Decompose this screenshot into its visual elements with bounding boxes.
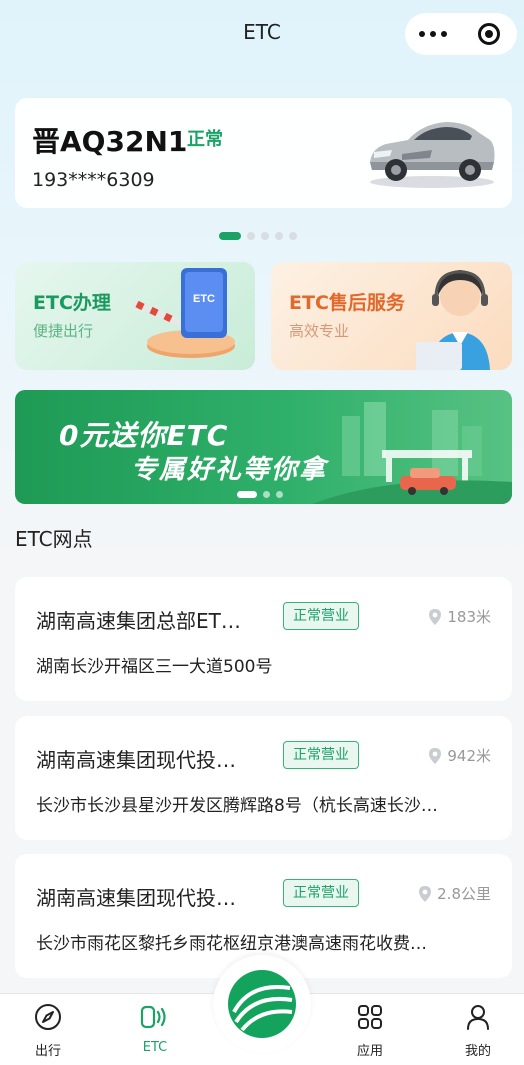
distance-text: 2.8公里 [437, 885, 491, 903]
distance-text: 183米 [447, 608, 491, 626]
promo-banner[interactable]: 0元送你ETC 专属好礼等你拿 [15, 390, 512, 504]
etc-signal-icon [140, 1005, 166, 1029]
tab-etc[interactable]: ETC [120, 1002, 190, 1055]
tab-travel[interactable]: 出行 [13, 1002, 83, 1059]
compass-icon [35, 1004, 61, 1030]
outlet-name: 湖南高速集团总部ET… [36, 609, 241, 633]
license-plate: 晋AQ32N1 [32, 125, 188, 158]
etc-apply-card[interactable]: ETC办理 便捷出行 ETC [15, 262, 255, 370]
outlet-name: 湖南高速集团现代投… [36, 748, 236, 772]
status-badge: 正常营业 [283, 602, 359, 630]
city-illustration [312, 402, 512, 504]
banner-headline: 0元送你ETC [59, 419, 229, 452]
section-title: ETC网点 [15, 527, 93, 551]
outlet-address: 长沙市长沙县星沙开发区腾辉路8号（杭长高速长沙… [36, 796, 438, 816]
tab-mine[interactable]: 我的 [443, 1002, 513, 1059]
customer-service-icon [416, 270, 490, 370]
etc-device-label: ETC [193, 293, 215, 305]
tab-label: ETC [142, 1040, 168, 1055]
etc-aftersales-title: ETC售后服务 [289, 292, 405, 314]
etc-aftersales-card[interactable]: ETC售后服务 高效专业 [271, 262, 512, 370]
phone-number: 193****6309 [32, 169, 155, 191]
outlet-address: 湖南长沙开福区三一大道500号 [36, 657, 273, 677]
etc-device-icon: ETC [131, 268, 235, 358]
outlet-card[interactable]: 湖南高速集团总部ET… 正常营业 183米 湖南长沙开福区三一大道500号 [15, 577, 512, 701]
etc-apply-title: ETC办理 [33, 292, 111, 314]
outlet-distance: 2.8公里 [419, 883, 491, 904]
vehicle-card[interactable]: 晋AQ32N1 正常 193****6309 [15, 98, 512, 208]
outlet-card[interactable]: 湖南高速集团现代投… 正常营业 942米 长沙市长沙县星沙开发区腾辉路8号（杭长… [15, 716, 512, 840]
tab-label: 应用 [356, 1044, 383, 1059]
grid-icon [358, 1005, 382, 1029]
outlet-distance: 183米 [429, 606, 491, 627]
close-icon[interactable] [461, 23, 517, 45]
status-badge: 正常营业 [283, 741, 359, 769]
location-pin-icon [419, 885, 432, 902]
vehicle-status: 正常 [187, 129, 223, 150]
car-icon [370, 122, 495, 188]
banner-subheadline: 专属好礼等你拿 [131, 455, 328, 485]
more-icon[interactable] [405, 31, 461, 37]
location-pin-icon [429, 747, 442, 764]
status-badge: 正常营业 [283, 879, 359, 907]
etc-apply-subtitle: 便捷出行 [33, 322, 94, 340]
person-icon [467, 1005, 489, 1030]
tab-label: 我的 [464, 1044, 491, 1059]
center-logo-button[interactable] [213, 955, 311, 1053]
etc-aftersales-subtitle: 高效专业 [289, 322, 350, 340]
outlet-address: 长沙市雨花区黎托乡雨花枢纽京港澳高速雨花收费… [36, 934, 427, 954]
outlet-name: 湖南高速集团现代投… [36, 886, 236, 910]
outlet-distance: 942米 [429, 745, 491, 766]
tab-label: 出行 [34, 1044, 61, 1059]
highway-logo-icon [228, 970, 296, 1038]
mini-program-capsule [405, 13, 517, 55]
location-pin-icon [429, 608, 442, 625]
distance-text: 942米 [447, 747, 491, 765]
carousel-indicator [219, 232, 297, 240]
banner-indicator [237, 491, 283, 498]
tab-apps[interactable]: 应用 [335, 1002, 405, 1059]
